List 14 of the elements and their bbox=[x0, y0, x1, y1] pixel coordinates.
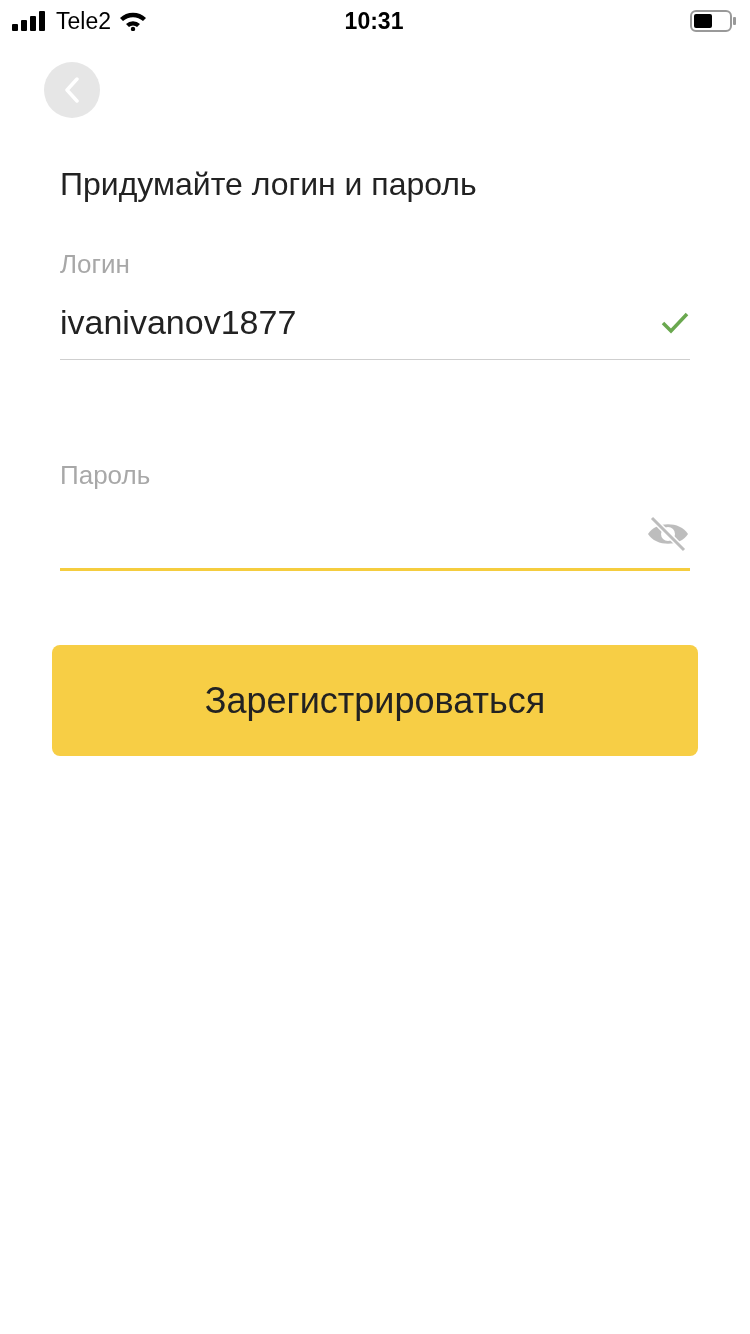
carrier-name: Tele2 bbox=[56, 7, 111, 35]
battery-icon bbox=[690, 10, 736, 32]
checkmark-icon bbox=[660, 311, 690, 335]
back-button[interactable] bbox=[44, 62, 100, 118]
field-label: Логин bbox=[60, 249, 131, 280]
eye-off-icon[interactable] bbox=[646, 516, 690, 552]
login-field[interactable]: ivanivanov1877 bbox=[60, 280, 690, 360]
signal-icon bbox=[12, 11, 48, 31]
page-title: Придумайте логин и пароль bbox=[60, 166, 478, 203]
chevron-left-icon bbox=[64, 77, 80, 103]
register-button[interactable]: Зарегистрироваться bbox=[52, 645, 698, 756]
wifi-icon bbox=[119, 11, 147, 31]
status-time: 10:31 bbox=[344, 7, 404, 35]
field-label: Пароль bbox=[60, 460, 152, 491]
